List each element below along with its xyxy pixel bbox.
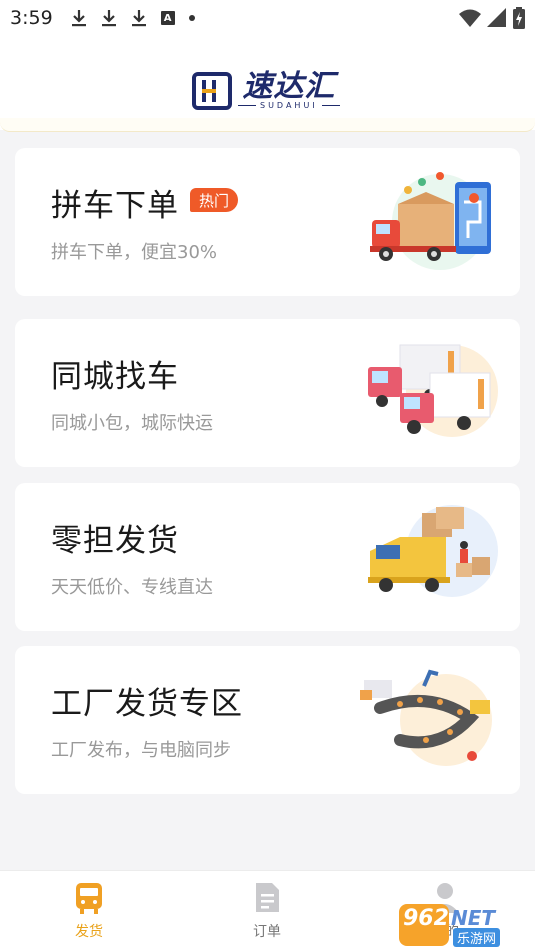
notification-dot-icon bbox=[188, 15, 195, 21]
card-factory-shipping[interactable]: 工厂发货专区 工厂发布，与电脑同步 bbox=[15, 646, 520, 794]
card-subtitle: 同城小包，城际快运 bbox=[51, 413, 213, 434]
watermark-number: 962 bbox=[403, 906, 449, 931]
logo-mark-icon bbox=[192, 71, 232, 110]
bus-icon bbox=[76, 883, 102, 914]
status-system-icons bbox=[459, 7, 525, 29]
card-same-city-truck[interactable]: 同城找车 同城小包，城际快运 bbox=[15, 319, 520, 467]
download-icon bbox=[131, 10, 146, 27]
accessibility-a-icon: A bbox=[160, 11, 175, 25]
card-carpool-order[interactable]: 拼车下单 热门 拼车下单，便宜30% bbox=[15, 148, 520, 296]
card-subtitle: 天天低价、专线直达 bbox=[51, 577, 213, 598]
factory-conveyor-illustration-icon bbox=[360, 669, 492, 766]
download-icon bbox=[101, 10, 116, 27]
logo-english-text: SUDAHUI bbox=[260, 101, 318, 110]
status-time: 3:59 bbox=[10, 7, 53, 29]
app-header: 速达汇 SUDAHUI bbox=[0, 36, 535, 130]
header-bottom-band bbox=[0, 118, 535, 132]
watermark-net: NET bbox=[451, 906, 496, 930]
signal-icon bbox=[487, 8, 506, 27]
site-watermark: 962 NET 乐游网 bbox=[399, 902, 529, 948]
logo-chinese-name: 速达汇 bbox=[242, 69, 336, 104]
wifi-icon bbox=[459, 9, 481, 27]
status-bar: 3:59 A bbox=[0, 0, 535, 36]
card-subtitle: 拼车下单，便宜30% bbox=[51, 242, 218, 263]
card-title: 同城找车 bbox=[51, 359, 179, 395]
card-title: 拼车下单 bbox=[51, 188, 179, 224]
two-trucks-illustration-icon bbox=[368, 344, 498, 437]
logo-english-name: SUDAHUI bbox=[238, 101, 340, 110]
truck-boxes-illustration-icon bbox=[368, 505, 498, 597]
document-icon bbox=[256, 883, 279, 912]
battery-icon bbox=[513, 7, 525, 29]
card-title: 工厂发货专区 bbox=[51, 686, 243, 722]
tab-label: 订单 bbox=[253, 924, 281, 940]
status-notification-icons: A bbox=[71, 9, 195, 27]
watermark-sub: 乐游网 bbox=[453, 928, 501, 947]
card-subtitle: 工厂发布，与电脑同步 bbox=[51, 740, 231, 761]
bottom-tab-bar: 发货 订单 我的 962 NET 乐游网 bbox=[0, 870, 535, 952]
tab-ship[interactable]: 发货 bbox=[29, 871, 149, 952]
tab-label: 发货 bbox=[75, 924, 103, 940]
app-logo: 速达汇 SUDAHUI bbox=[192, 71, 340, 110]
card-title: 零担发货 bbox=[51, 523, 179, 559]
download-icon bbox=[71, 10, 86, 27]
hot-badge: 热门 bbox=[190, 188, 239, 212]
truck-map-illustration-icon bbox=[370, 172, 491, 270]
card-ltl-shipping[interactable]: 零担发货 天天低价、专线直达 bbox=[15, 483, 520, 631]
tab-orders[interactable]: 订单 bbox=[207, 871, 327, 952]
